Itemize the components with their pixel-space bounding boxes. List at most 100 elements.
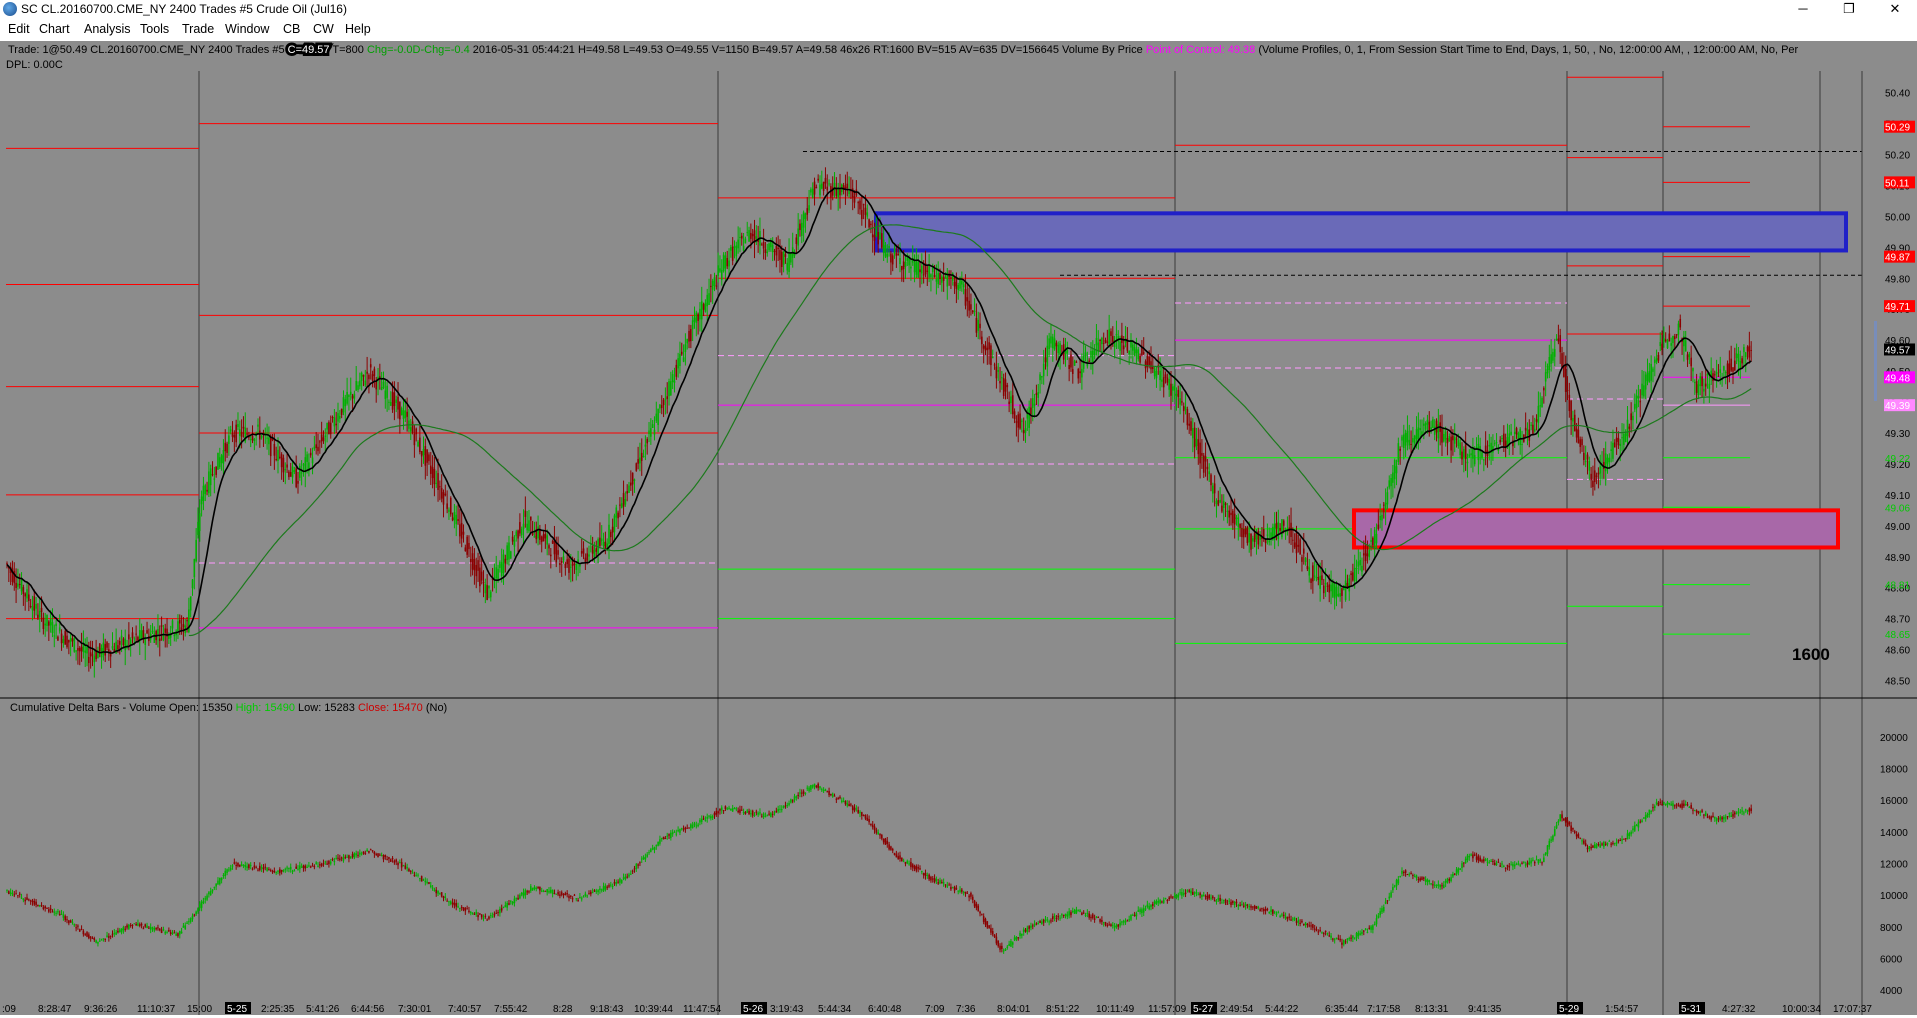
delta-candle-body <box>1293 917 1296 921</box>
delta-candle-body <box>653 847 656 850</box>
price-candle-body <box>235 424 237 443</box>
delta-candle-body <box>573 894 576 896</box>
price-candle-body <box>1583 452 1585 461</box>
price-candle-body <box>1142 352 1145 354</box>
price-candle-body <box>60 633 63 644</box>
delta-candle-body <box>1593 844 1596 849</box>
delta-candle-body <box>859 811 861 814</box>
delta-candle-body <box>706 816 709 819</box>
delta-candle-body <box>1621 839 1623 841</box>
price-candle-body <box>861 209 863 220</box>
delta-candle-body <box>850 804 852 806</box>
price-candle-body <box>26 589 28 599</box>
delta-candle-body <box>722 810 725 812</box>
price-candle-body <box>750 232 752 239</box>
price-candle-body <box>1279 527 1281 531</box>
delta-candle-body <box>388 857 390 860</box>
menu-cb[interactable]: CB <box>283 22 300 36</box>
delta-candle-body <box>1352 935 1354 939</box>
menu-trade[interactable]: Trade <box>182 22 214 36</box>
delta-candle-body <box>1368 927 1371 929</box>
delta-candle-body <box>1437 884 1440 886</box>
price-candle-body <box>886 253 889 258</box>
delta-candle-body <box>1186 890 1189 892</box>
price-candle-body <box>118 640 121 645</box>
delta-candle-body <box>660 838 663 840</box>
price-candle-body <box>1608 457 1611 463</box>
delta-candle-body <box>915 866 918 871</box>
delta-candle-body <box>1053 916 1056 918</box>
delta-candle-body <box>1364 928 1367 930</box>
menu-cw[interactable]: CW <box>313 22 334 36</box>
price-candle-body <box>806 208 809 215</box>
chart-canvas[interactable]: Trade: 1@50.49 CL.20160700.CME_NY 2400 T… <box>0 41 1917 1015</box>
price-candle-body <box>266 437 268 439</box>
menu-tools[interactable]: Tools <box>140 22 169 36</box>
delta-candle-body <box>1450 877 1452 882</box>
price-candle-body <box>379 376 381 378</box>
price-axis-scroll-handle[interactable] <box>1874 321 1877 401</box>
delta-candle-body <box>384 855 387 857</box>
price-candle-body <box>1615 437 1618 442</box>
price-candle-body <box>1624 433 1627 442</box>
price-candle-body <box>1515 428 1518 435</box>
price-candle-body <box>559 562 561 565</box>
price-candle-body <box>1195 438 1198 447</box>
price-candle-body <box>655 413 658 421</box>
price-candle-body <box>1441 429 1443 443</box>
price-candle-body <box>608 524 610 544</box>
delta-candle-body <box>742 811 745 814</box>
delta-candle-body <box>939 880 941 884</box>
menu-chart[interactable]: Chart <box>39 22 70 36</box>
delta-candle-body <box>237 862 239 867</box>
menu-help[interactable]: Help <box>345 22 371 36</box>
delta-candle-body <box>1073 910 1076 914</box>
delta-candle-body <box>731 808 734 812</box>
delta-candle-body <box>617 881 619 883</box>
delta-candle-body <box>264 866 267 868</box>
price-candle-body <box>628 485 630 493</box>
delta-candle-body <box>1272 909 1274 914</box>
price-badge-label: 48.65 <box>1885 630 1910 641</box>
delta-candle-body <box>1408 874 1411 876</box>
delta-candle-body <box>1037 923 1040 925</box>
chart-window[interactable]: Trade: 1@50.49 CL.20160700.CME_NY 2400 T… <box>0 41 1917 1015</box>
delta-candle-body <box>946 885 949 887</box>
price-candle-body <box>779 250 781 260</box>
delta-candle-body <box>217 880 219 885</box>
delta-candle-body <box>726 808 729 810</box>
price-candle-body <box>1404 432 1407 446</box>
price-candle-body <box>1621 437 1623 439</box>
restore-button[interactable]: ❐ <box>1826 0 1872 19</box>
delta-candle-body <box>64 916 66 921</box>
delta-candle-body <box>1048 921 1050 923</box>
delta-candle-body <box>1361 931 1363 934</box>
delta-candle-body <box>899 855 901 860</box>
delta-candle-body <box>1381 908 1383 913</box>
time-tick-label: 8:51:22 <box>1046 1004 1080 1015</box>
menu-edit[interactable]: Edit <box>8 22 30 36</box>
delta-candle-body <box>1046 919 1049 921</box>
price-candle-body <box>990 345 992 366</box>
minimize-button[interactable]: ─ <box>1780 0 1826 19</box>
menu-analysis[interactable]: Analysis <box>84 22 131 36</box>
price-candle-body <box>480 571 483 581</box>
delta-candle-body <box>1490 860 1492 862</box>
price-candle-body <box>1593 470 1596 483</box>
delta-candle-body <box>262 867 265 870</box>
delta-candle-body <box>1413 876 1416 878</box>
price-candle-body <box>1641 383 1643 396</box>
delta-candle-body <box>117 930 119 933</box>
delta-candle-body <box>448 901 450 903</box>
close-button[interactable]: ✕ <box>1872 0 1917 19</box>
delta-candle-body <box>861 812 863 816</box>
price-candle-body <box>1508 433 1511 445</box>
delta-candle-body <box>331 859 334 861</box>
price-candle-body <box>495 567 498 579</box>
delta-candle-body <box>1030 925 1032 928</box>
price-candle-body <box>393 392 396 407</box>
menu-window[interactable]: Window <box>225 22 269 36</box>
price-candle-body <box>695 312 698 323</box>
price-candle-body <box>1692 368 1694 372</box>
delta-candle-body <box>995 936 998 944</box>
